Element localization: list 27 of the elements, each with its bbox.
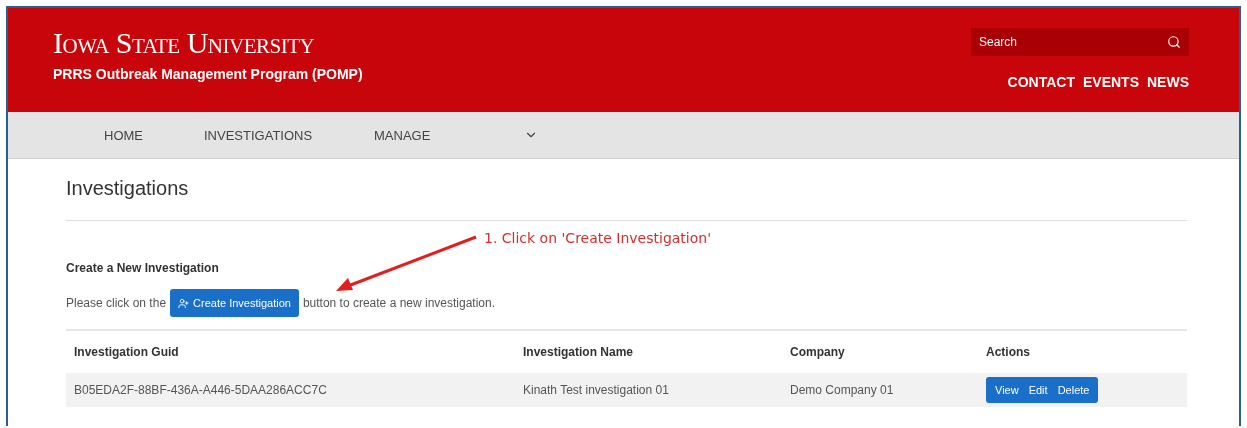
- table-cell-text: B05EDA2F-88BF-436A-A446-5DAA286ACC7C: [74, 383, 328, 397]
- header-link[interactable]: CONTACT: [1007, 74, 1075, 90]
- column-header: Investigation Name: [523, 345, 635, 359]
- action-button[interactable]: Edit: [1023, 377, 1053, 403]
- table-cell-text: Demo Company 01: [790, 383, 895, 397]
- nav-link[interactable]: HOME: [104, 127, 204, 143]
- instruction-text: button to create a new investigation.: [302, 296, 496, 310]
- search-icon[interactable]: [1167, 35, 1181, 49]
- action-button[interactable]: Delete: [1052, 377, 1095, 403]
- page-title: Investigations: [66, 177, 1187, 221]
- search-field[interactable]: Search: [971, 28, 1189, 56]
- column-header: Company: [790, 345, 846, 359]
- user-add-icon: [178, 297, 190, 309]
- table-cell-text: Kinath Test investigation 01: [523, 383, 670, 397]
- annotation-text: 1. Click on 'Create Investigation': [484, 230, 712, 246]
- header-link[interactable]: NEWS: [1147, 74, 1189, 90]
- column-header: Actions: [986, 345, 1031, 359]
- action-button[interactable]: View: [990, 377, 1024, 403]
- nav-link[interactable]: INVESTIGATIONS: [204, 127, 374, 143]
- program-title: PRRS Outbreak Management Program (POMP): [53, 66, 363, 82]
- nav-link[interactable]: MANAGE: [374, 127, 524, 143]
- university-logo: Iowa State University: [53, 26, 316, 60]
- column-header: Investigation Guid: [74, 345, 180, 359]
- header-link[interactable]: EVENTS: [1083, 74, 1139, 90]
- section-title: Create a New Investigation: [66, 261, 220, 275]
- create-investigation-button[interactable]: Create Investigation: [170, 289, 299, 317]
- instruction-text: Please click on the: [66, 296, 167, 310]
